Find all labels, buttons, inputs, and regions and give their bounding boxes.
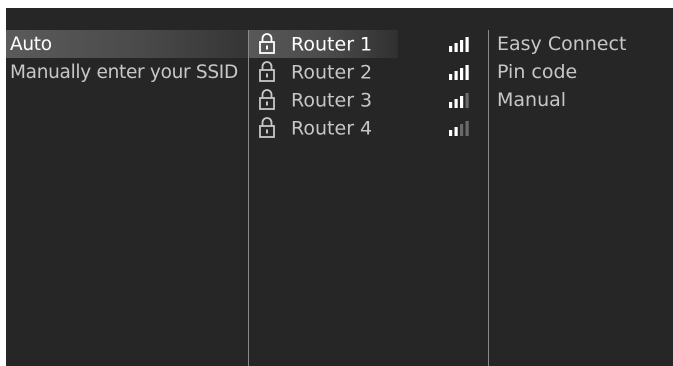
option-label: Pin code (497, 61, 578, 83)
signal-bar (449, 130, 453, 136)
signal-bar (465, 37, 469, 52)
router-item-4[interactable]: Router 4 (249, 114, 488, 142)
router-item-label: Router 4 (291, 117, 373, 140)
method-item-auto[interactable]: Auto (6, 30, 248, 58)
signal-bar (460, 96, 464, 108)
signal-bar (465, 93, 469, 108)
lock-icon (259, 60, 275, 82)
router-item-label: Router 2 (291, 61, 373, 84)
signal-bar (449, 74, 453, 80)
signal-bar (454, 127, 458, 136)
signal-bar (454, 71, 458, 80)
router-item-3[interactable]: Router 3 (249, 86, 488, 114)
signal-bar (460, 124, 464, 136)
router-list: Router 1 Router 2 Router 3 Router 4 (249, 30, 488, 366)
method-item-manual-ssid[interactable]: Manually enter your SSID (6, 58, 248, 86)
network-setup-screen: Auto Manually enter your SSID Router 1 R… (6, 8, 673, 366)
router-item-label: Router 3 (291, 89, 373, 112)
lock-icon (259, 88, 275, 110)
signal-bar (454, 43, 458, 52)
router-item-label: Router 1 (291, 33, 373, 56)
option-label: Easy Connect (497, 33, 627, 55)
signal-bar (465, 65, 469, 80)
signal-bar (460, 40, 464, 52)
option-manual[interactable]: Manual (489, 86, 673, 114)
signal-strength-icon (449, 65, 469, 80)
method-item-label: Auto (10, 34, 52, 55)
option-label: Manual (497, 89, 567, 111)
signal-bar (449, 102, 453, 108)
signal-bar (465, 121, 469, 136)
signal-strength-icon (449, 93, 469, 108)
lock-icon (259, 116, 275, 138)
option-pin-code[interactable]: Pin code (489, 58, 673, 86)
router-item-1[interactable]: Router 1 (249, 30, 469, 58)
lock-icon (259, 32, 275, 54)
option-easy-connect[interactable]: Easy Connect (489, 30, 673, 58)
connection-option-list: Easy Connect Pin code Manual (489, 30, 673, 366)
method-item-label: Manually enter your SSID (10, 62, 238, 83)
signal-bar (449, 46, 453, 52)
signal-bar (454, 99, 458, 108)
router-item-2[interactable]: Router 2 (249, 58, 488, 86)
connection-method-list: Auto Manually enter your SSID (6, 30, 248, 366)
signal-strength-icon (449, 121, 469, 136)
signal-strength-icon (449, 37, 469, 52)
signal-bar (460, 68, 464, 80)
